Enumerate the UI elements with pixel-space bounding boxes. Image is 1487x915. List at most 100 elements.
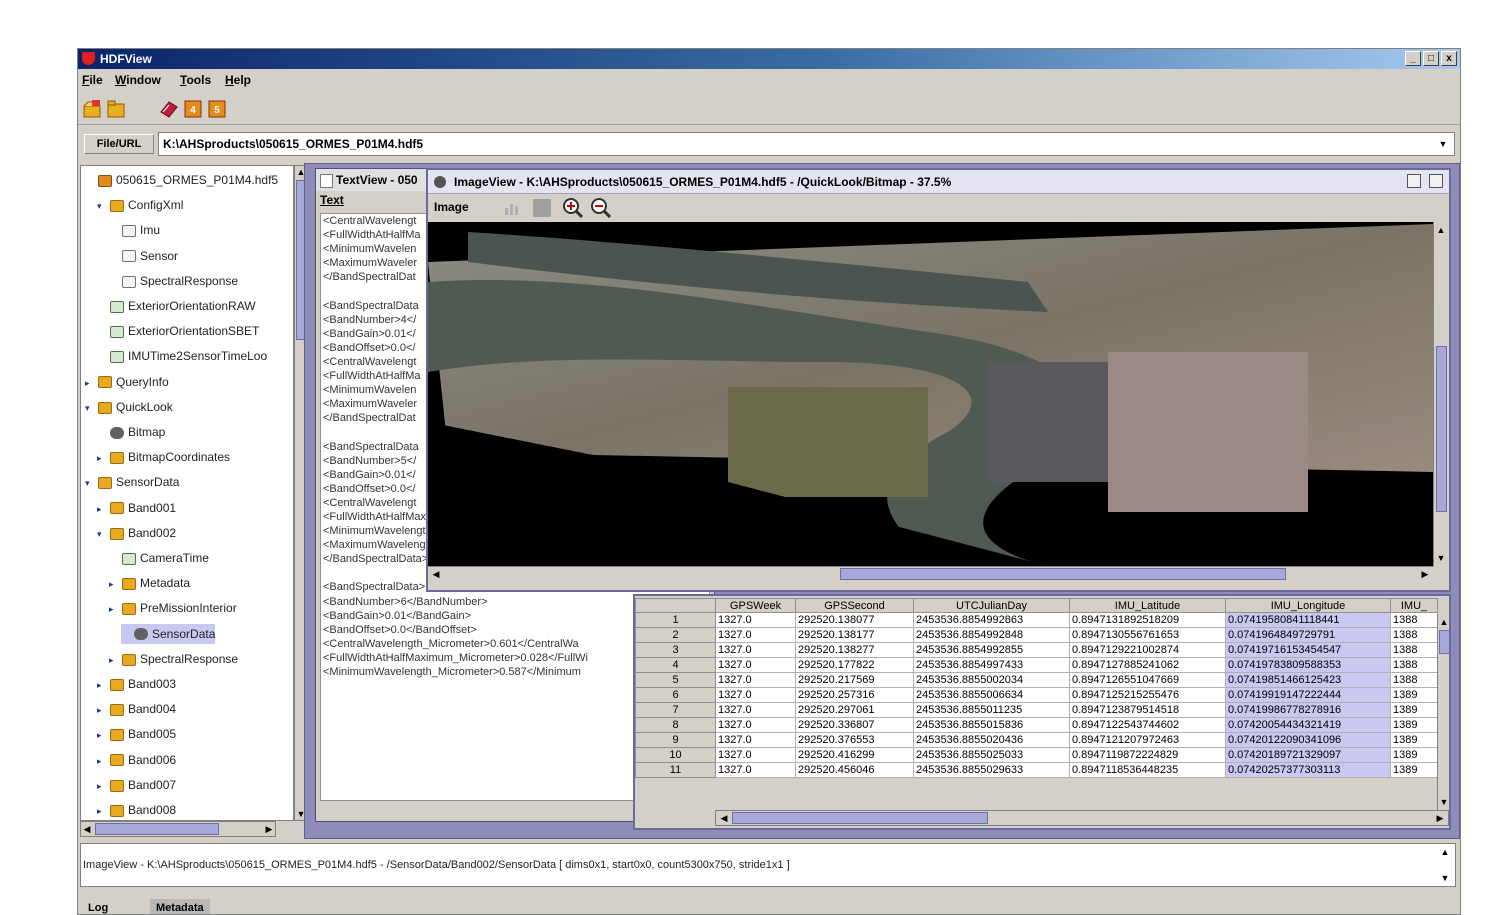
table-cell[interactable]: 0.8947122543744602 xyxy=(1069,717,1226,733)
tree-item[interactable]: SensorData xyxy=(121,623,216,644)
tree-item[interactable]: ExteriorOrientationSBET xyxy=(97,321,259,341)
table-cell[interactable]: 0.8947129221002874 xyxy=(1069,642,1226,658)
table-cell[interactable]: 0.8947123879514518 xyxy=(1069,702,1226,718)
tree-hscroll-thumb[interactable] xyxy=(95,823,219,835)
table-row[interactable]: 6 1327.0 292520.257316 2453536.8855006634 0.… xyxy=(635,687,1438,703)
row-number[interactable]: 9 xyxy=(635,732,716,748)
scroll-left-icon[interactable]: ◀ xyxy=(718,812,730,824)
table-cell[interactable]: 0.07420122090341096 xyxy=(1225,732,1391,748)
table-row[interactable]: 8 1327.0 292520.336807 2453536.8855015836 0.… xyxy=(635,717,1438,733)
table-cell[interactable]: 1327.0 xyxy=(715,687,796,703)
imageview-vertical-scrollbar[interactable]: ▲ ▼ xyxy=(1433,222,1449,566)
collapsed-node-icon[interactable]: ▸ xyxy=(97,700,107,720)
table-cell[interactable]: 1389 xyxy=(1390,732,1438,748)
table-cell[interactable]: 292520.456046 xyxy=(795,762,914,778)
table-cell[interactable]: 1389 xyxy=(1390,702,1438,718)
tree-item[interactable]: ▸ Metadata xyxy=(109,573,190,593)
table-cell[interactable]: 2453536.8854992855 xyxy=(913,642,1070,658)
tree-item[interactable]: ▸ BitmapCoordinates xyxy=(97,447,230,467)
table-cell[interactable]: 292520.138077 xyxy=(795,612,914,628)
scroll-left-icon[interactable]: ◀ xyxy=(430,568,442,580)
close-frame-icon[interactable] xyxy=(1429,174,1443,188)
table-cell[interactable]: 292520.336807 xyxy=(795,717,914,733)
table-cell[interactable]: 1388 xyxy=(1390,627,1438,643)
table-cell[interactable]: 1327.0 xyxy=(715,747,796,763)
image-menu[interactable]: Image xyxy=(434,200,469,214)
tree-item[interactable]: Sensor xyxy=(109,246,178,266)
collapsed-node-icon[interactable]: ▸ xyxy=(109,650,119,670)
table-vscroll-thumb[interactable] xyxy=(1439,630,1449,654)
tree-item[interactable]: ▾ SensorData xyxy=(85,472,179,492)
scroll-left-icon[interactable]: ◀ xyxy=(81,823,93,835)
table-cell[interactable]: 2453536.8854997433 xyxy=(913,657,1070,673)
table-row[interactable]: 7 1327.0 292520.297061 2453536.8855011235 0.… xyxy=(635,702,1438,718)
table-cell[interactable]: 1327.0 xyxy=(715,717,796,733)
table-hscroll-thumb[interactable] xyxy=(732,812,988,824)
image-vscroll-thumb[interactable] xyxy=(1436,346,1447,512)
table-cell[interactable]: 0.07419986778278916 xyxy=(1225,702,1391,718)
row-number[interactable]: 11 xyxy=(635,762,716,778)
zoom-in-icon[interactable] xyxy=(562,197,584,219)
table-horizontal-scrollbar[interactable]: ◀ ▶ xyxy=(715,810,1449,826)
collapsed-node-icon[interactable]: ▸ xyxy=(97,776,107,796)
image-hscroll-thumb[interactable] xyxy=(840,568,1286,580)
table-cell[interactable]: 2453536.8855015836 xyxy=(913,717,1070,733)
tree-horizontal-scrollbar[interactable]: ◀ ▶ xyxy=(80,821,276,837)
table-row[interactable]: 3 1327.0 292520.138277 2453536.8854992855 0.… xyxy=(635,642,1438,658)
column-header[interactable]: IMU_Latitude xyxy=(1069,598,1226,613)
quicklook-bitmap-canvas[interactable] xyxy=(428,222,1433,566)
zoom-out-icon[interactable] xyxy=(590,197,612,219)
open-file-icon[interactable] xyxy=(82,98,104,120)
fileurl-label[interactable]: File/URL xyxy=(84,134,154,154)
column-header[interactable]: GPSWeek xyxy=(715,598,796,613)
tree-item[interactable]: ▾ Band002 xyxy=(97,523,176,543)
tree-item[interactable]: ▸ PreMissionInterior xyxy=(109,598,237,618)
table-row[interactable]: 11 1327.0 292520.456046 2453536.8855029633 0… xyxy=(635,762,1438,778)
collapsed-node-icon[interactable]: ▸ xyxy=(97,499,107,519)
table-cell[interactable]: 1327.0 xyxy=(715,672,796,688)
table-cell[interactable]: 2453536.8855029633 xyxy=(913,762,1070,778)
row-number[interactable]: 4 xyxy=(635,657,716,673)
table-cell[interactable]: 1389 xyxy=(1390,717,1438,733)
palette-icon[interactable] xyxy=(532,198,552,218)
imageview-horizontal-scrollbar[interactable]: ◀ ▶ xyxy=(428,566,1433,582)
tree-item[interactable]: ▸ Band008 xyxy=(97,800,176,820)
tree-item[interactable]: ▸ Band001 xyxy=(97,498,176,518)
table-cell[interactable]: 1327.0 xyxy=(715,732,796,748)
tree-item[interactable]: ▸ Band004 xyxy=(97,699,176,719)
table-cell[interactable]: 0.07419851466125423 xyxy=(1225,672,1391,688)
tree-item[interactable]: ▸ Band007 xyxy=(97,775,176,795)
table-cell[interactable]: 1388 xyxy=(1390,642,1438,658)
table-cell[interactable]: 2453536.8855020436 xyxy=(913,732,1070,748)
histogram-icon[interactable] xyxy=(502,198,522,218)
table-cell[interactable]: 1327.0 xyxy=(715,627,796,643)
table-cell[interactable]: 0.8947121207972463 xyxy=(1069,732,1226,748)
expanded-node-icon[interactable]: ▾ xyxy=(85,398,95,418)
menu-help[interactable]: Help xyxy=(225,73,251,87)
table-cell[interactable]: 0.8947126551047669 xyxy=(1069,672,1226,688)
table-cell[interactable]: 2453536.8854992863 xyxy=(913,612,1070,628)
scroll-up-icon[interactable]: ▲ xyxy=(1435,224,1447,236)
table-cell[interactable]: 292520.177822 xyxy=(795,657,914,673)
tab-log-info[interactable]: Log Info xyxy=(82,899,114,914)
table-cell[interactable]: 0.07419716153454547 xyxy=(1225,642,1391,658)
tab-metadata[interactable]: Metadata xyxy=(150,899,210,914)
tree-item[interactable]: ▸ SpectralResponse xyxy=(109,649,238,669)
table-row[interactable]: 10 1327.0 292520.416299 2453536.8855025033 0… xyxy=(635,747,1438,763)
scroll-down-icon[interactable]: ▼ xyxy=(1435,552,1447,564)
expanded-node-icon[interactable]: ▾ xyxy=(85,473,95,493)
table-cell[interactable]: 292520.138277 xyxy=(795,642,914,658)
table-cell[interactable]: 0.8947118536448235 xyxy=(1069,762,1226,778)
table-cell[interactable]: 1327.0 xyxy=(715,762,796,778)
table-cell[interactable]: 1327.0 xyxy=(715,657,796,673)
table-cell[interactable]: 292520.416299 xyxy=(795,747,914,763)
scroll-up-icon[interactable]: ▲ xyxy=(1438,616,1449,628)
tree-item[interactable]: 050615_ORMES_P01M4.hdf5 xyxy=(85,170,278,190)
tree-item[interactable]: ▾ ConfigXml xyxy=(97,195,183,215)
tree-item[interactable]: IMUTime2SensorTimeLoo xyxy=(97,346,267,366)
scroll-up-icon[interactable]: ▲ xyxy=(1439,846,1451,858)
maximize-button[interactable]: □ xyxy=(1423,51,1439,66)
row-number[interactable]: 1 xyxy=(635,612,716,628)
table-cell[interactable]: 0.8947131892518209 xyxy=(1069,612,1226,628)
collapsed-node-icon[interactable]: ▸ xyxy=(97,801,107,820)
